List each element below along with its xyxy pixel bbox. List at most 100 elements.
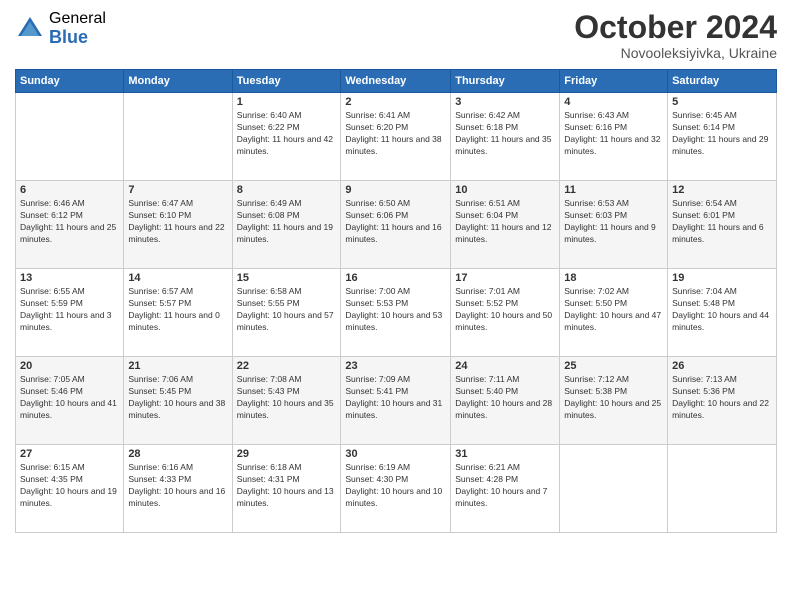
day-detail: Sunrise: 7:04 AM Sunset: 5:48 PM Dayligh…: [672, 286, 772, 334]
day-detail: Sunrise: 6:55 AM Sunset: 5:59 PM Dayligh…: [20, 286, 119, 334]
day-number: 25: [564, 360, 663, 372]
day-number: 16: [345, 272, 446, 284]
calendar-cell: 6 Sunrise: 6:46 AM Sunset: 6:12 PM Daylig…: [16, 181, 124, 269]
calendar-cell: 31 Sunrise: 6:21 AM Sunset: 4:28 PM Dayli…: [451, 445, 560, 533]
calendar-cell: [124, 93, 232, 181]
day-detail: Sunrise: 6:16 AM Sunset: 4:33 PM Dayligh…: [128, 462, 227, 510]
calendar-cell: 24 Sunrise: 7:11 AM Sunset: 5:40 PM Dayli…: [451, 357, 560, 445]
logo: General Blue: [15, 10, 106, 47]
day-number: 3: [455, 96, 555, 108]
day-detail: Sunrise: 6:42 AM Sunset: 6:18 PM Dayligh…: [455, 110, 555, 158]
day-detail: Sunrise: 7:05 AM Sunset: 5:46 PM Dayligh…: [20, 374, 119, 422]
day-detail: Sunrise: 6:43 AM Sunset: 6:16 PM Dayligh…: [564, 110, 663, 158]
calendar-cell: 17 Sunrise: 7:01 AM Sunset: 5:52 PM Dayli…: [451, 269, 560, 357]
calendar-cell: [560, 445, 668, 533]
day-number: 26: [672, 360, 772, 372]
day-number: 6: [20, 184, 119, 196]
day-number: 21: [128, 360, 227, 372]
day-detail: Sunrise: 6:57 AM Sunset: 5:57 PM Dayligh…: [128, 286, 227, 334]
day-number: 7: [128, 184, 227, 196]
day-number: 17: [455, 272, 555, 284]
calendar-cell: 11 Sunrise: 6:53 AM Sunset: 6:03 PM Dayli…: [560, 181, 668, 269]
calendar-cell: 25 Sunrise: 7:12 AM Sunset: 5:38 PM Dayli…: [560, 357, 668, 445]
calendar-cell: 7 Sunrise: 6:47 AM Sunset: 6:10 PM Daylig…: [124, 181, 232, 269]
calendar-cell: 27 Sunrise: 6:15 AM Sunset: 4:35 PM Dayli…: [16, 445, 124, 533]
calendar-cell: 5 Sunrise: 6:45 AM Sunset: 6:14 PM Daylig…: [668, 93, 777, 181]
logo-general: General: [49, 10, 106, 28]
day-detail: Sunrise: 7:11 AM Sunset: 5:40 PM Dayligh…: [455, 374, 555, 422]
day-number: 9: [345, 184, 446, 196]
day-detail: Sunrise: 7:12 AM Sunset: 5:38 PM Dayligh…: [564, 374, 663, 422]
col-thursday: Thursday: [451, 70, 560, 93]
day-detail: Sunrise: 6:46 AM Sunset: 6:12 PM Dayligh…: [20, 198, 119, 246]
day-number: 14: [128, 272, 227, 284]
calendar-cell: 9 Sunrise: 6:50 AM Sunset: 6:06 PM Daylig…: [341, 181, 451, 269]
calendar-cell: 14 Sunrise: 6:57 AM Sunset: 5:57 PM Dayli…: [124, 269, 232, 357]
calendar-cell: 13 Sunrise: 6:55 AM Sunset: 5:59 PM Dayli…: [16, 269, 124, 357]
calendar-cell: 26 Sunrise: 7:13 AM Sunset: 5:36 PM Dayli…: [668, 357, 777, 445]
day-detail: Sunrise: 6:21 AM Sunset: 4:28 PM Dayligh…: [455, 462, 555, 510]
calendar-cell: [16, 93, 124, 181]
calendar-cell: 15Sunrise: 6:58 AM Sunset: 5:55 PM Dayli…: [232, 269, 341, 357]
calendar-cell: 12 Sunrise: 6:54 AM Sunset: 6:01 PM Dayli…: [668, 181, 777, 269]
calendar-cell: [668, 445, 777, 533]
col-monday: Monday: [124, 70, 232, 93]
day-detail: Sunrise: 6:47 AM Sunset: 6:10 PM Dayligh…: [128, 198, 227, 246]
calendar-cell: 30 Sunrise: 6:19 AM Sunset: 4:30 PM Dayli…: [341, 445, 451, 533]
calendar-cell: 2Sunrise: 6:41 AM Sunset: 6:20 PM Daylig…: [341, 93, 451, 181]
calendar-week-row: 20 Sunrise: 7:05 AM Sunset: 5:46 PM Dayli…: [16, 357, 777, 445]
day-number: 4: [564, 96, 663, 108]
calendar-cell: 3 Sunrise: 6:42 AM Sunset: 6:18 PM Daylig…: [451, 93, 560, 181]
day-detail: Sunrise: 6:18 AM Sunset: 4:31 PM Dayligh…: [237, 462, 337, 510]
day-number: 22: [237, 360, 337, 372]
calendar-cell: 29 Sunrise: 6:18 AM Sunset: 4:31 PM Dayli…: [232, 445, 341, 533]
location-subtitle: Novooleksiyivka, Ukraine: [574, 45, 777, 61]
logo-text: General Blue: [49, 10, 106, 47]
calendar-cell: 16Sunrise: 7:00 AM Sunset: 5:53 PM Dayli…: [341, 269, 451, 357]
day-number: 30: [345, 448, 446, 460]
col-sunday: Sunday: [16, 70, 124, 93]
day-number: 11: [564, 184, 663, 196]
day-number: 27: [20, 448, 119, 460]
day-detail: Sunrise: 7:02 AM Sunset: 5:50 PM Dayligh…: [564, 286, 663, 334]
day-number: 1: [237, 96, 337, 108]
calendar-cell: 19 Sunrise: 7:04 AM Sunset: 5:48 PM Dayli…: [668, 269, 777, 357]
day-number: 31: [455, 448, 555, 460]
day-detail: Sunrise: 6:49 AM Sunset: 6:08 PM Dayligh…: [237, 198, 337, 246]
day-number: 24: [455, 360, 555, 372]
day-detail: Sunrise: 6:51 AM Sunset: 6:04 PM Dayligh…: [455, 198, 555, 246]
calendar-cell: 28 Sunrise: 6:16 AM Sunset: 4:33 PM Dayli…: [124, 445, 232, 533]
day-number: 20: [20, 360, 119, 372]
calendar-week-row: 1Sunrise: 6:40 AM Sunset: 6:22 PM Daylig…: [16, 93, 777, 181]
day-number: 8: [237, 184, 337, 196]
col-wednesday: Wednesday: [341, 70, 451, 93]
day-number: 10: [455, 184, 555, 196]
calendar-week-row: 13 Sunrise: 6:55 AM Sunset: 5:59 PM Dayli…: [16, 269, 777, 357]
day-number: 5: [672, 96, 772, 108]
logo-icon: [15, 14, 45, 44]
day-detail: Sunrise: 6:54 AM Sunset: 6:01 PM Dayligh…: [672, 198, 772, 246]
day-number: 13: [20, 272, 119, 284]
day-detail: Sunrise: 6:15 AM Sunset: 4:35 PM Dayligh…: [20, 462, 119, 510]
day-detail: Sunrise: 6:45 AM Sunset: 6:14 PM Dayligh…: [672, 110, 772, 158]
day-number: 29: [237, 448, 337, 460]
day-detail: Sunrise: 6:50 AM Sunset: 6:06 PM Dayligh…: [345, 198, 446, 246]
day-number: 28: [128, 448, 227, 460]
col-tuesday: Tuesday: [232, 70, 341, 93]
title-block: October 2024 Novooleksiyivka, Ukraine: [574, 10, 777, 61]
calendar-page: General Blue October 2024 Novooleksiyivk…: [0, 0, 792, 612]
day-detail: Sunrise: 7:13 AM Sunset: 5:36 PM Dayligh…: [672, 374, 772, 422]
day-detail: Sunrise: 7:08 AM Sunset: 5:43 PM Dayligh…: [237, 374, 337, 422]
calendar-cell: 23Sunrise: 7:09 AM Sunset: 5:41 PM Dayli…: [341, 357, 451, 445]
day-number: 18: [564, 272, 663, 284]
day-detail: Sunrise: 7:06 AM Sunset: 5:45 PM Dayligh…: [128, 374, 227, 422]
calendar-cell: 20 Sunrise: 7:05 AM Sunset: 5:46 PM Dayli…: [16, 357, 124, 445]
day-detail: Sunrise: 6:53 AM Sunset: 6:03 PM Dayligh…: [564, 198, 663, 246]
day-number: 12: [672, 184, 772, 196]
header: General Blue October 2024 Novooleksiyivk…: [15, 10, 777, 61]
day-detail: Sunrise: 7:01 AM Sunset: 5:52 PM Dayligh…: [455, 286, 555, 334]
day-number: 19: [672, 272, 772, 284]
day-detail: Sunrise: 6:19 AM Sunset: 4:30 PM Dayligh…: [345, 462, 446, 510]
day-number: 2: [345, 96, 446, 108]
logo-blue: Blue: [49, 28, 106, 48]
